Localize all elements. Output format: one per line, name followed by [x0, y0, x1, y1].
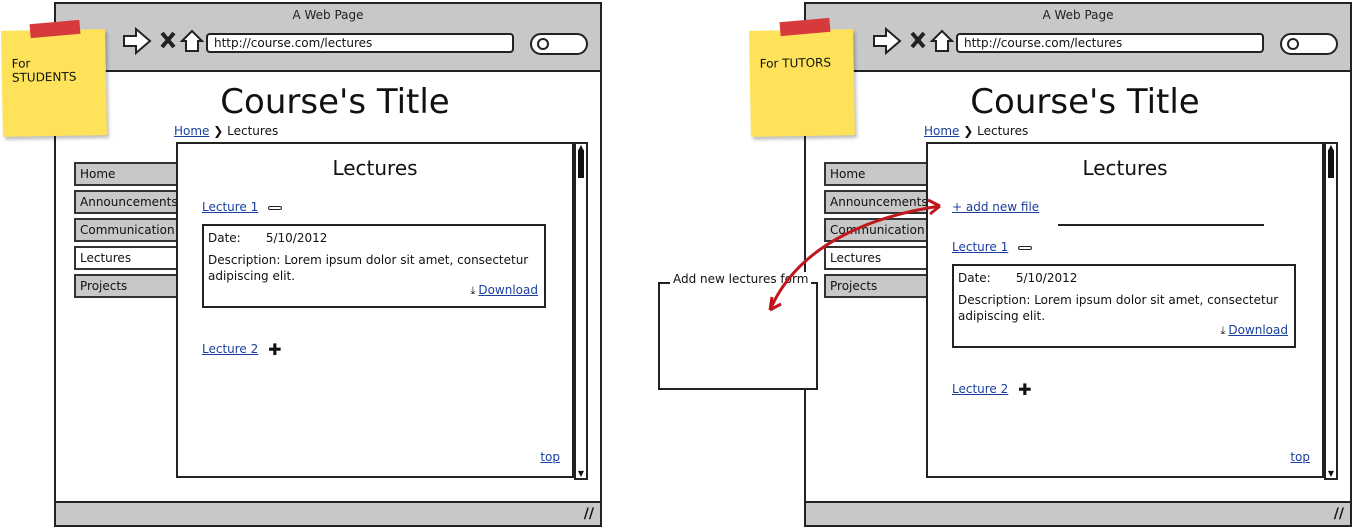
connector-arrow	[768, 198, 941, 312]
curved-arrow-icon	[768, 198, 941, 312]
